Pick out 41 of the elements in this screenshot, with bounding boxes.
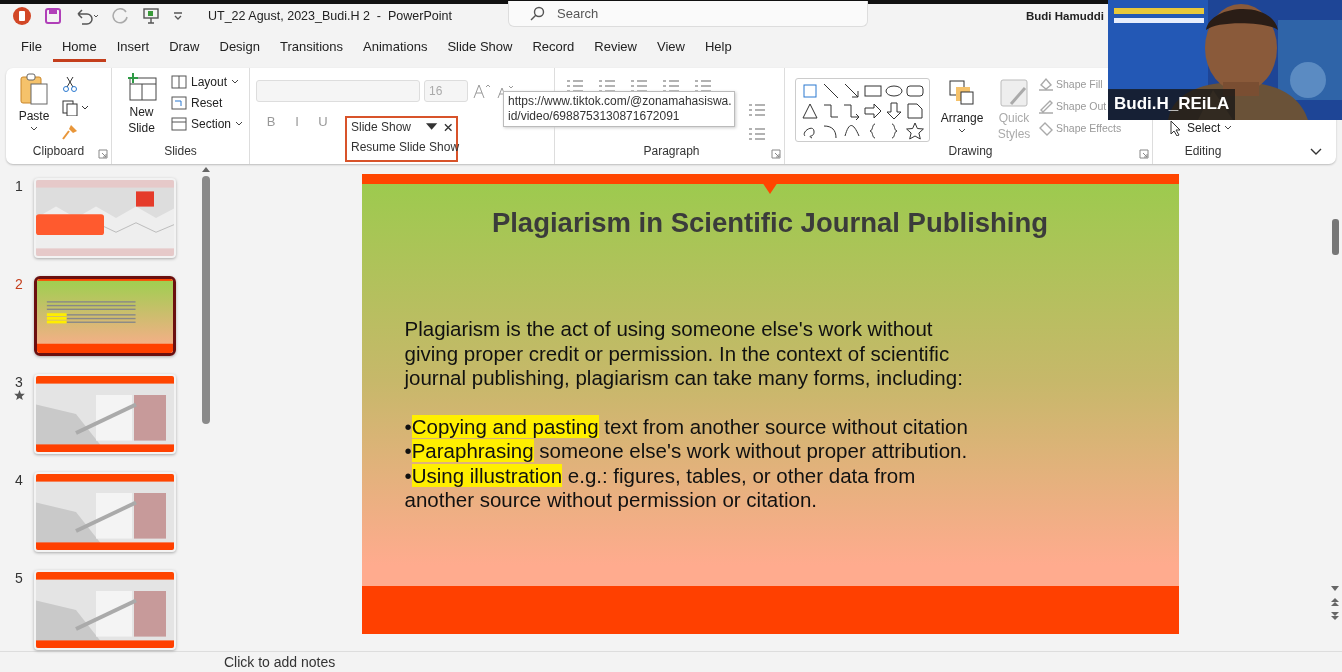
bullet-point: •Copying and pasting text from another source without citation — [404, 414, 969, 439]
slide-title: Plagiarism in Scientific Journal Publishing — [490, 207, 1050, 239]
ribbon-tab[interactable]: Insert — [107, 35, 159, 62]
notes-field[interactable]: Click to add notes — [224, 654, 336, 670]
ribbon-tab[interactable]: Help — [695, 35, 741, 62]
ribbon-tab[interactable]: Slide Show — [438, 35, 522, 62]
ribbon-tab[interactable]: Review — [585, 35, 646, 62]
slide-number: 1 — [15, 178, 23, 194]
slide-number: 5 — [15, 570, 23, 586]
tooltip-text: https://www.tiktok.com/@zonamahasiswa. id/video/6988753130871672091 — [508, 94, 732, 123]
bullet-point: •Paraphrasing someone else's work without proper attribution. — [404, 439, 969, 464]
group-label: Drawing — [947, 144, 994, 160]
group-label: Paragraph — [642, 144, 701, 160]
ribbon-tab[interactable]: Transitions — [270, 35, 353, 62]
slide-paragraph: Plagiarism is the act of using someone else's work without giving proper credit or permission. In the context of scientific journal publishing, plagiarism can take many forms, including: — [404, 317, 964, 391]
ribbon-tab[interactable]: Animations — [354, 35, 437, 62]
ribbon-tab[interactable]: Draw — [160, 35, 209, 62]
select-button[interactable]: Select — [1169, 120, 1233, 136]
slides-command[interactable]: Reset — [170, 95, 243, 111]
slide-number: 4 — [15, 472, 23, 488]
bullet-point: •Using illustration e.g.: figures, tables, or other data from another source without permission or citation. — [404, 463, 917, 513]
group-label: Editing — [1183, 144, 1223, 160]
popup-title: Slide Show — [351, 120, 413, 134]
ribbon-tab[interactable]: View — [648, 35, 694, 62]
ribbon-tab[interactable]: Record — [523, 35, 584, 62]
ribbon-tab[interactable]: Design — [210, 35, 269, 62]
new-slide-button[interactable]: New Slide — [118, 72, 165, 144]
ribbon-tab[interactable]: Home — [52, 35, 106, 62]
group-label: Slides — [163, 144, 198, 160]
slide-number: 2 — [15, 276, 23, 292]
slide-number: 3 — [15, 374, 23, 390]
ribbon-tab[interactable]: File — [12, 35, 51, 62]
participant-name: Budi.H_REiLA — [1108, 89, 1236, 120]
slides-command[interactable]: Section — [170, 116, 243, 132]
arrange-button[interactable]: Arrange — [938, 78, 986, 144]
search-field[interactable]: Search — [508, 1, 868, 27]
paste-button[interactable]: Paste — [12, 72, 56, 144]
group-label: Clipboard — [31, 144, 86, 160]
window-title: UT_22 Agust, 2023_Budi.H 2 - PowerPoint — [208, 9, 453, 23]
slides-command[interactable]: Layout — [170, 74, 243, 90]
user-name[interactable]: Budi Hamuddi — [1026, 10, 1104, 22]
